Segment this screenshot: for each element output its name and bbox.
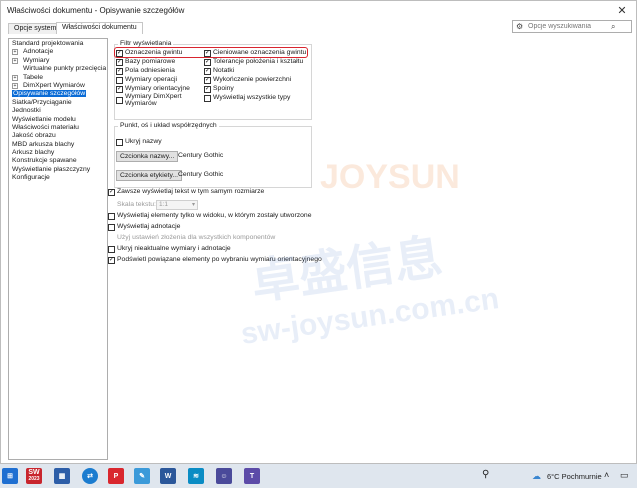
filter-datum-targets[interactable]: ✓ Pola odniesienia — [116, 67, 175, 75]
highlight-associated-checkbox[interactable]: ✓ Podświetl powiązane elementy po wybrani… — [108, 256, 322, 264]
checkbox[interactable]: ✓ — [116, 67, 123, 75]
word-icon[interactable]: W — [160, 468, 176, 484]
chevron-up-icon[interactable]: ˄ — [604, 470, 609, 480]
checkbox[interactable]: ✓ — [108, 256, 115, 264]
checkbox[interactable] — [108, 223, 115, 231]
cloud-icon: ☁ — [532, 471, 541, 481]
hide-names-checkbox[interactable]: Ukryj nazwy — [116, 138, 162, 146]
checkbox[interactable] — [204, 94, 211, 102]
filter-datums[interactable]: ✓ Bazy pomiarowe — [116, 58, 175, 66]
text-scale-select[interactable]: 1:1 ▾ — [156, 200, 198, 210]
tree-item-image-quality[interactable]: Jakość obrazu — [9, 132, 107, 140]
checkbox[interactable]: ✓ — [204, 67, 211, 75]
tree-item-tables[interactable]: + Tabele — [9, 74, 107, 82]
checkbox[interactable] — [108, 212, 115, 220]
point-axis-title: Punkt, oś i układ współrzędnych — [118, 122, 219, 129]
expand-icon[interactable]: + — [12, 57, 18, 64]
checkbox[interactable]: ✓ — [116, 85, 123, 93]
filter-geometric-tolerances[interactable]: ✓ Tolerancje położenia i kształtu — [204, 58, 303, 66]
title-bar: Właściwości dokumentu - Opisywanie szcze… — [1, 1, 636, 19]
tab-document-properties[interactable]: Właściwości dokumentu — [56, 22, 143, 34]
tree-item-plane-display[interactable]: Wyświetlanie płaszczyzny — [9, 166, 107, 174]
gear-icon[interactable]: ⚙ — [516, 22, 526, 31]
filter-notes[interactable]: ✓ Notatki — [204, 67, 234, 75]
options-tree[interactable]: Standard projektowania + Adnotacje + Wymia… — [8, 38, 108, 460]
checkbox[interactable]: ✓ — [204, 85, 211, 93]
search-options-box[interactable]: ⚙ ⌕ — [512, 20, 632, 33]
people-app-icon[interactable]: ☺ — [216, 468, 232, 484]
use-assembly-settings-checkbox[interactable]: Użyj ustawień złożenia dla wszystkich ko… — [108, 234, 275, 242]
network-app-icon[interactable]: ≋ — [188, 468, 204, 484]
checkbox[interactable]: ✓ — [204, 49, 211, 57]
window-title: Właściwości dokumentu - Opisywanie szcze… — [7, 5, 185, 15]
file-explorer-icon[interactable]: ▦ — [54, 468, 70, 484]
filter-reference-dimensions[interactable]: ✓ Wymiary orientacyjne — [116, 85, 190, 93]
checkbox[interactable]: ✓ — [116, 49, 123, 57]
filter-feature-dimensions[interactable]: Wymiary operacji — [116, 76, 177, 84]
only-in-view-checkbox[interactable]: Wyświetlaj elementy tylko w widoku, w kt… — [108, 212, 311, 220]
user-status-icon[interactable]: ⚲ — [482, 469, 489, 480]
expand-icon[interactable]: + — [12, 74, 18, 81]
tree-item-virtual-sharps[interactable]: Wirtualne punkty przecięcia — [9, 65, 107, 73]
tree-item-units[interactable]: Jednostki — [9, 107, 107, 115]
filter-cosmetic-threads[interactable]: ✓ Oznaczenia gwintu — [116, 49, 182, 57]
tree-item-detailing[interactable]: Opisywanie szczegółów — [9, 90, 107, 98]
teamviewer-icon[interactable]: ⇄ — [82, 468, 98, 484]
checkbox[interactable]: ✓ — [116, 58, 123, 66]
tree-item-model-display[interactable]: Wyświetlanie modelu — [9, 116, 107, 124]
label-font-button[interactable]: Czcionka etykiety... — [116, 170, 183, 181]
taskbar: ⊞ SW 2023 ▦ ⇄ P ✎ W ≋ ☺ T ⚲ ☁ 6°C Pochmur… — [0, 464, 637, 488]
tree-item-configurations[interactable]: Konfiguracje — [9, 174, 107, 182]
tree-item-material-properties[interactable]: Właściwości materiału — [9, 124, 107, 132]
tree-item-sheet-metal[interactable]: Arkusz blachy — [9, 149, 107, 157]
filter-display-all-types[interactable]: Wyświetlaj wszystkie typy — [204, 94, 290, 102]
same-size-text-checkbox[interactable]: ✓ Zawsze wyświetlaj tekst w tym samym roz… — [108, 188, 264, 196]
filter-dimxpert-dimensions[interactable]: Wymiary DimXpert Wymiarów — [116, 93, 182, 107]
search-icon[interactable]: ⌕ — [611, 22, 615, 32]
checkbox[interactable] — [108, 245, 115, 253]
weather-text[interactable]: 6°C Pochmurnie — [547, 472, 602, 481]
filter-welds[interactable]: ✓ Spoiny — [204, 85, 234, 93]
checkbox[interactable] — [116, 76, 123, 84]
tab-row: Opcje systemu Właściwości dokumentu ⚙ ⌕ — [0, 20, 635, 34]
tree-item-sheet-metal-mbd[interactable]: MBD arkusza blachy — [9, 141, 107, 149]
notes-app-icon[interactable]: ✎ — [134, 468, 150, 484]
checkbox[interactable] — [116, 138, 123, 146]
checkbox[interactable]: ✓ — [108, 188, 115, 196]
filter-surface-finish[interactable]: ✓ Wykończenie powierzchni — [204, 76, 291, 84]
checkbox[interactable] — [116, 97, 123, 104]
hide-dangling-checkbox[interactable]: Ukryj nieaktualne wymiary i adnotacje — [108, 245, 231, 253]
name-font-button[interactable]: Czcionka nazwy... — [116, 151, 179, 162]
filter-shaded-cosmetic-threads[interactable]: ✓ Cieniowane oznaczenia gwintu — [204, 49, 306, 57]
show-annotations-checkbox[interactable]: Wyświetlaj adnotacje — [108, 223, 180, 231]
teams-icon[interactable]: T — [244, 468, 260, 484]
search-input[interactable] — [526, 23, 611, 30]
tree-item-grid-snap[interactable]: Siatka/Przyciąganie — [9, 99, 107, 107]
chevron-down-icon: ▾ — [191, 202, 195, 208]
start-icon[interactable]: ⊞ — [2, 468, 18, 484]
name-font-value: Century Gothic — [178, 152, 224, 159]
tree-item-weldments[interactable]: Konstrukcje spawane — [9, 157, 107, 165]
expand-icon[interactable]: + — [12, 82, 18, 89]
expand-icon[interactable]: + — [12, 49, 18, 56]
tree-item-dimxpert[interactable]: + DimXpert Wymiarów — [9, 82, 107, 90]
display-filter-title: Filtr wyświetlania — [118, 40, 174, 47]
network-icon[interactable]: ▭ — [620, 470, 629, 481]
checkbox[interactable]: ✓ — [204, 76, 211, 84]
close-button[interactable]: ✕ — [608, 1, 636, 19]
presentation-app-icon[interactable]: P — [108, 468, 124, 484]
solidworks-icon[interactable]: SW 2023 — [26, 468, 42, 484]
label-font-value: Century Gothic — [178, 171, 224, 178]
tree-item-annotations[interactable]: + Adnotacje — [9, 48, 107, 56]
tree-item-drafting-standard[interactable]: Standard projektowania — [9, 40, 107, 48]
text-scale-label: Skala tekstu: — [117, 201, 156, 208]
checkbox[interactable]: ✓ — [204, 58, 211, 66]
tree-item-dimensions[interactable]: + Wymiary — [9, 57, 107, 65]
